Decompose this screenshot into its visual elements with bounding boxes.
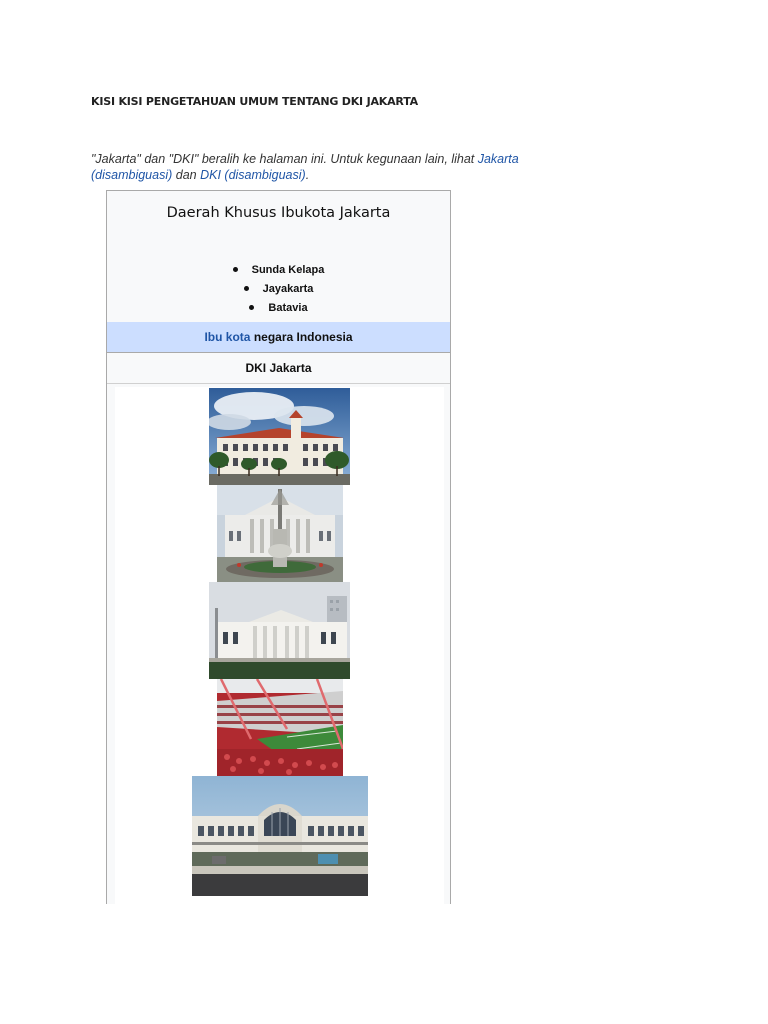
former-name-item: Jayakarta — [107, 280, 450, 299]
stadium-photo[interactable] — [217, 679, 343, 776]
hatnote-text: . — [305, 168, 310, 182]
infobox-status-row: Ibu kota negara Indonesia — [107, 322, 450, 353]
photo-montage — [115, 387, 444, 905]
bullet-icon — [232, 266, 238, 272]
former-names-list: Sunda Kelapa Jayakarta Batavia — [107, 261, 450, 318]
hatnote-text: "Jakarta" dan "DKI" beralih ke halaman i… — [91, 152, 478, 166]
dki-disambiguation-link[interactable]: DKI (disambiguasi) — [200, 168, 306, 182]
infobox-caption: DKI Jakarta — [107, 353, 450, 384]
hatnote-text: dan — [172, 168, 201, 182]
former-name-item: Batavia — [107, 299, 450, 318]
museum-monument-photo[interactable] — [217, 485, 343, 582]
palace-photo[interactable] — [209, 582, 350, 679]
document-title: KISI KISI PENGETAHUAN UMUM TENTANG DKI J… — [91, 95, 418, 108]
ibu-kota-link[interactable]: Ibu kota — [204, 330, 250, 344]
infobox-title: Daerah Khusus Ibukota Jakarta — [166, 205, 391, 221]
status-text: negara Indonesia — [250, 330, 353, 344]
station-photo[interactable] — [192, 776, 368, 896]
bullet-icon — [249, 304, 255, 310]
bullet-icon — [243, 285, 249, 291]
colonial-hall-photo[interactable] — [209, 388, 350, 485]
infobox: Daerah Khusus Ibukota Jakarta Sunda Kela… — [106, 190, 451, 905]
hatnote: "Jakarta" dan "DKI" beralih ke halaman i… — [91, 151, 561, 183]
former-name-item: Sunda Kelapa — [107, 261, 450, 280]
infobox-header: Daerah Khusus Ibukota Jakarta Sunda Kela… — [107, 191, 450, 323]
